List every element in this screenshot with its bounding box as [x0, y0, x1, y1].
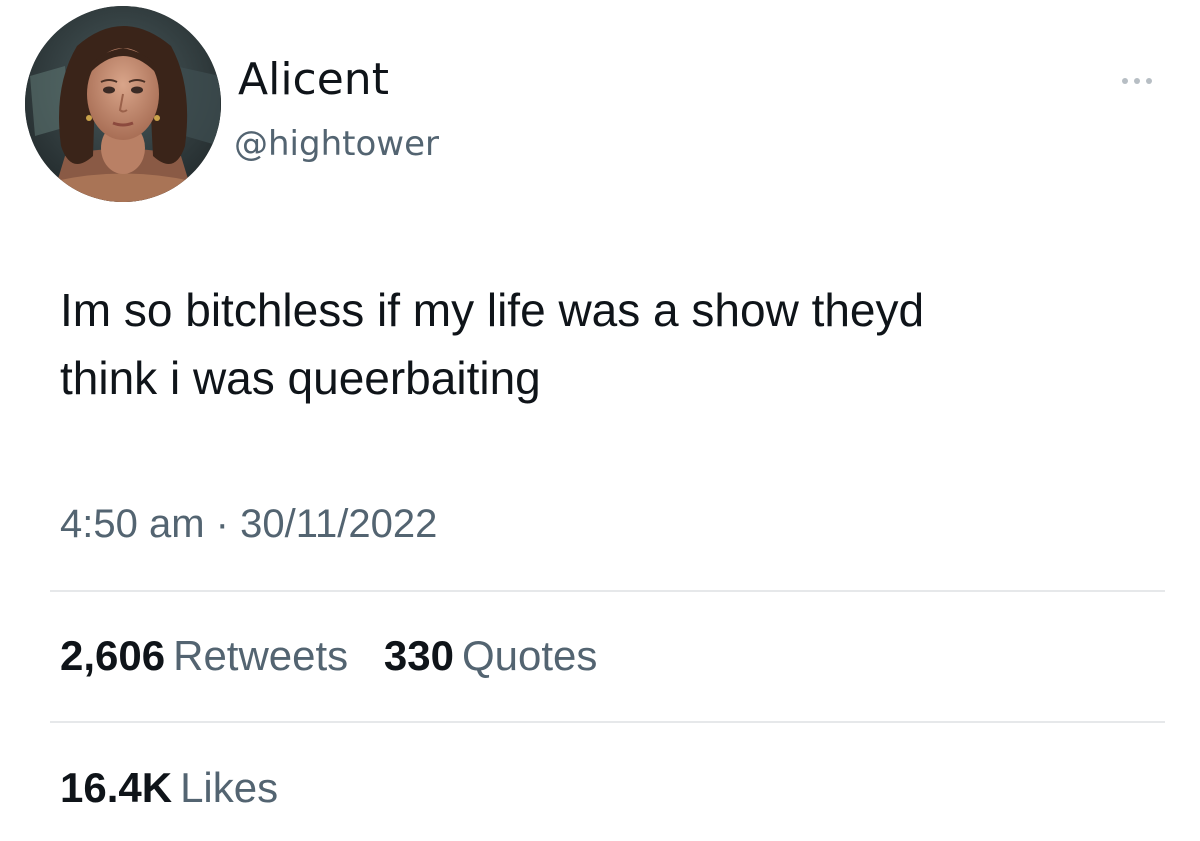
tweet-date: 30/11/2022 — [240, 502, 438, 546]
more-options-button[interactable] — [1112, 66, 1162, 96]
likes-row: 16.4K Likes — [60, 761, 302, 815]
tweet-time: 4:50 am — [60, 502, 205, 546]
quotes-count: 330 — [383, 632, 454, 679]
tweet-text: Im so bitchless if my life was a show th… — [60, 276, 1160, 412]
retweets-label: Retweets — [173, 632, 349, 679]
engagement-stats: 2,606 Retweets 330 Quotes — [60, 629, 621, 683]
ellipsis-icon — [1134, 78, 1140, 84]
divider — [50, 721, 1165, 723]
retweets-count: 2,606 — [60, 632, 166, 679]
divider — [50, 590, 1165, 592]
likes-stat[interactable]: 16.4K Likes — [60, 761, 278, 815]
ellipsis-icon — [1122, 78, 1128, 84]
quotes-label: Quotes — [461, 632, 598, 679]
profile-photo — [25, 6, 221, 202]
quotes-stat[interactable]: 330 Quotes — [384, 629, 598, 683]
tweet-text-line: think i was queerbaiting — [60, 352, 541, 404]
avatar[interactable] — [25, 6, 221, 202]
tweet-timestamp[interactable]: 4:50 am · 30/11/2022 — [60, 498, 437, 550]
ellipsis-icon — [1146, 78, 1152, 84]
tweet-card: Alicent @hightower Im so bitchless if my… — [0, 0, 1200, 841]
timestamp-separator: · — [215, 502, 229, 546]
tweet-text-line: Im so bitchless if my life was a show th… — [60, 284, 925, 336]
user-handle[interactable]: @hightower — [234, 122, 439, 166]
display-name[interactable]: Alicent — [238, 52, 389, 108]
likes-count: 16.4K — [60, 764, 173, 811]
likes-label: Likes — [180, 764, 279, 811]
retweets-stat[interactable]: 2,606 Retweets — [60, 629, 348, 683]
